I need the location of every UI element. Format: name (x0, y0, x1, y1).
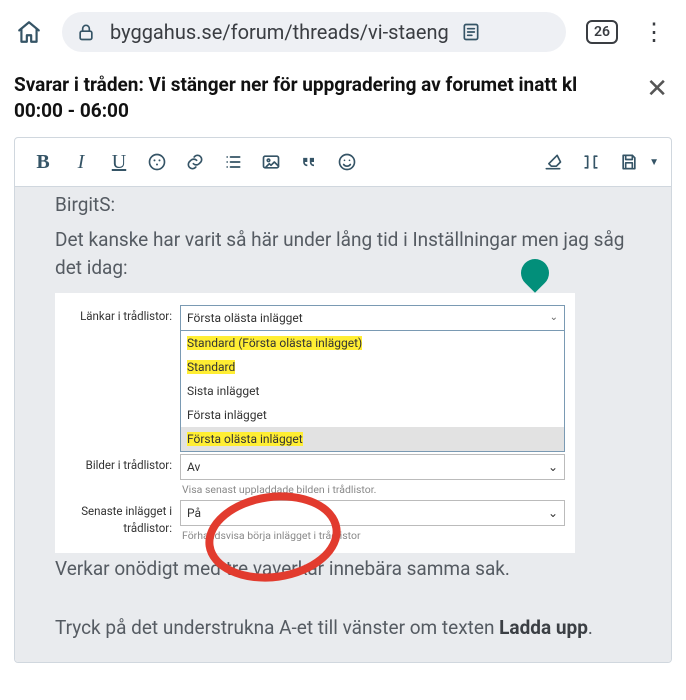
setting-label-links: Länkar i trådlistor: (65, 305, 180, 325)
links-dropdown: Standard (Första olästa inlägget) Standa… (180, 331, 565, 452)
italic-button[interactable]: I (65, 146, 97, 178)
erase-button[interactable] (537, 146, 569, 178)
quoted-username: BirgitS: (55, 187, 643, 220)
image-button[interactable] (255, 146, 287, 178)
reply-header: Svarar i tråden: Vi stänger ner för uppg… (0, 64, 686, 137)
editor-content[interactable]: BirgitS: Det kanske har varit så här und… (15, 187, 671, 662)
paragraph-3: Tryck på det understrukna A-et till väns… (55, 614, 643, 643)
latest-select: På⌄ (180, 500, 565, 526)
links-select: Första olästa inlägget⌄ (180, 305, 565, 331)
url-text: byggahus.se/forum/threads/vi-staeng (110, 20, 449, 44)
paragraph-2: Verkar onödigt med tre vaverkar innebära… (55, 555, 643, 584)
reader-mode-icon[interactable] (461, 21, 483, 43)
embedded-screenshot: Länkar i trådlistor: Första olästa inläg… (55, 293, 643, 554)
close-icon[interactable]: ✕ (642, 72, 672, 106)
setting-label-latest: Senaste inlägget itrådlistor: (65, 500, 180, 538)
lock-icon (76, 21, 98, 43)
code-button[interactable] (575, 146, 607, 178)
chevron-down-icon: ⌄ (548, 504, 558, 522)
link-button[interactable] (179, 146, 211, 178)
overflow-menu-icon[interactable]: ⋮ (638, 18, 670, 46)
underline-button[interactable]: U (103, 146, 135, 178)
chevron-down-icon[interactable]: ▼ (649, 157, 659, 168)
list-button[interactable] (217, 146, 249, 178)
color-button[interactable] (141, 146, 173, 178)
paragraph-1: Det kanske har varit så här under lång t… (55, 226, 643, 283)
images-select: Av⌄ (180, 454, 565, 480)
url-bar[interactable]: byggahus.se/forum/threads/vi-staeng (62, 12, 566, 52)
editor-toolbar: B I U ▼ (15, 138, 671, 187)
quote-button[interactable] (293, 146, 325, 178)
browser-address-bar: byggahus.se/forum/threads/vi-staeng 26 ⋮ (0, 0, 686, 64)
chevron-down-icon: ⌄ (550, 310, 558, 325)
save-button[interactable] (613, 146, 645, 178)
setting-label-images: Bilder i trådlistor: (65, 454, 180, 474)
reply-title: Svarar i tråden: Vi stänger ner för uppg… (14, 72, 630, 123)
home-icon[interactable] (16, 19, 42, 45)
bold-button[interactable]: B (27, 146, 59, 178)
tabs-count-badge[interactable]: 26 (586, 20, 618, 44)
editor-card: B I U ▼ BirgitS: (14, 137, 672, 663)
emoji-button[interactable] (331, 146, 363, 178)
chevron-down-icon: ⌄ (548, 458, 558, 476)
